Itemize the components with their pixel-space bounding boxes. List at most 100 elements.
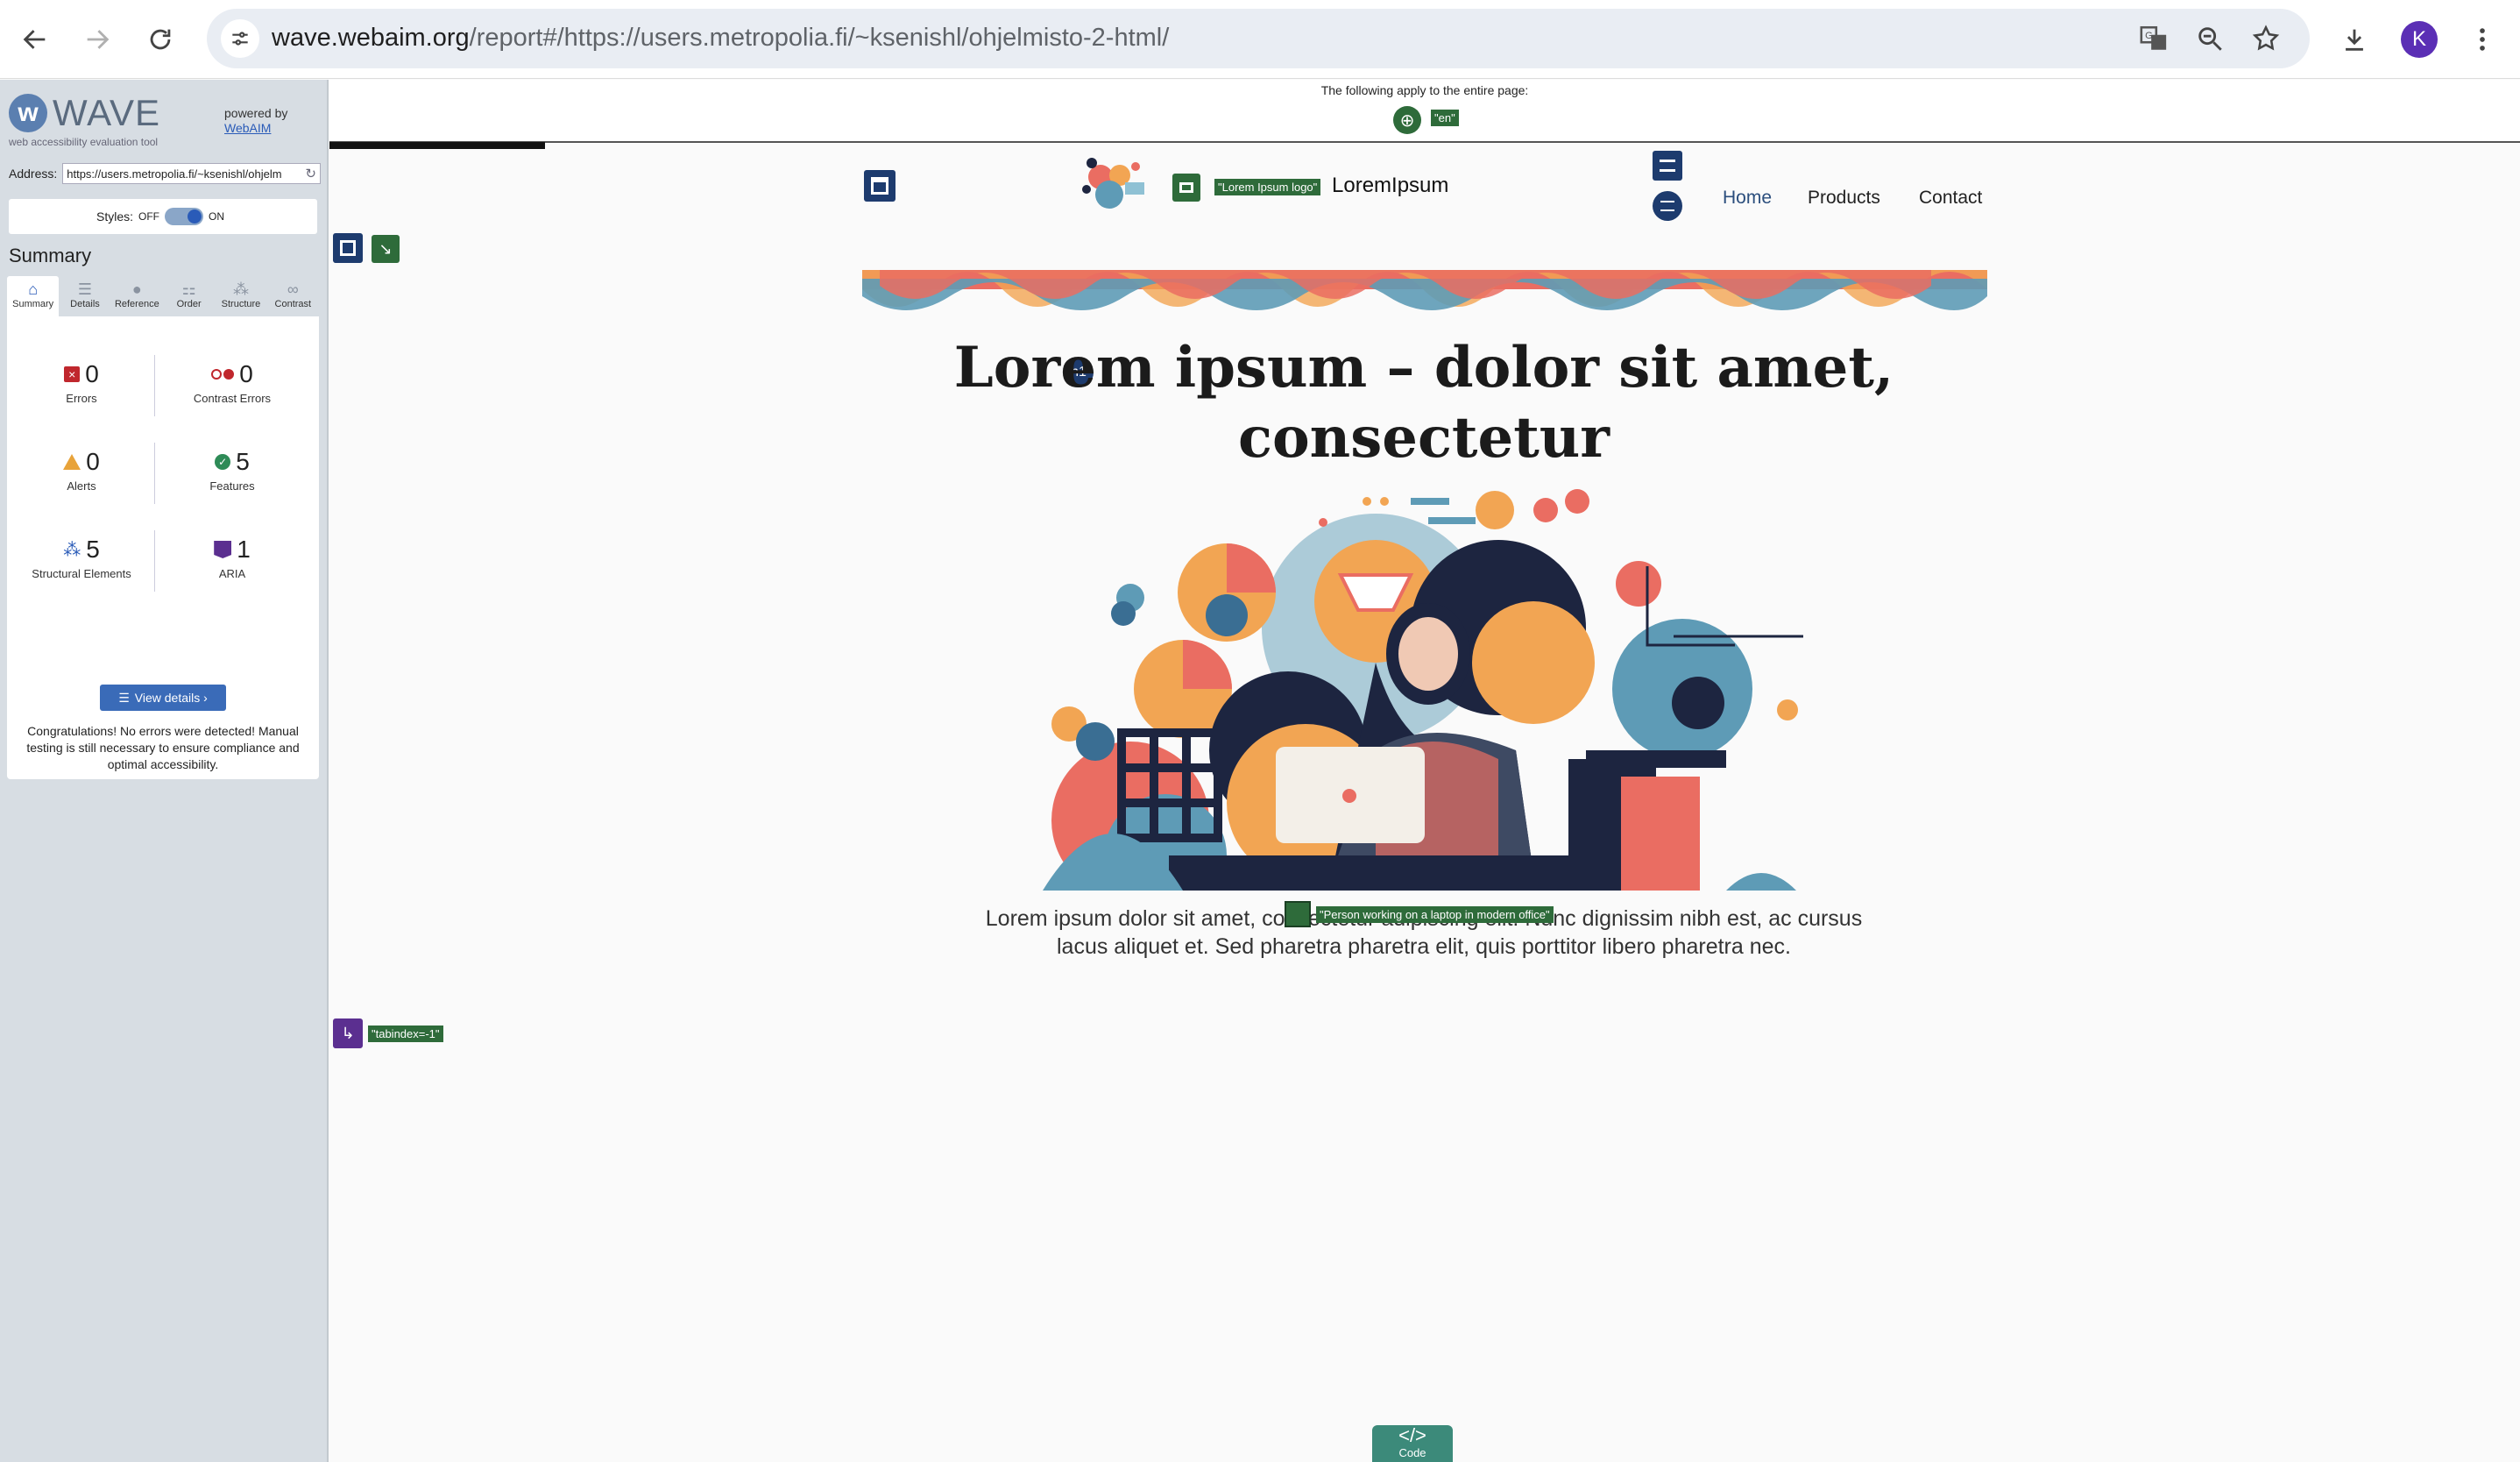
- navigation-region-icon[interactable]: [1653, 151, 1682, 181]
- divider: [154, 530, 155, 592]
- structure-tree-icon: ⁂: [63, 540, 81, 560]
- tabindex-aria-icon[interactable]: ↳: [333, 1018, 363, 1048]
- site-info-button[interactable]: [221, 19, 259, 58]
- powered-by-text: powered by: [224, 106, 288, 120]
- styles-toggle[interactable]: [165, 208, 203, 225]
- nav-home-link[interactable]: Home: [1723, 188, 1772, 209]
- structure-icon: ⁂: [232, 280, 249, 298]
- view-details-label: View details ›: [134, 691, 208, 705]
- back-arrow-icon: [23, 30, 46, 49]
- brand-name[interactable]: LoremIpsum: [1332, 174, 1448, 198]
- divider: [154, 443, 155, 504]
- structural-stat[interactable]: ⁂ 5 Structural Elements: [7, 536, 156, 580]
- view-details-button[interactable]: ☰ View details ›: [100, 685, 226, 711]
- url-domain: wave.webaim.org: [272, 24, 470, 52]
- downloads-button[interactable]: [2334, 19, 2375, 60]
- webaim-link[interactable]: WebAIM: [224, 121, 287, 136]
- forward-button[interactable]: [75, 18, 119, 61]
- code-icon: </>: [1398, 1424, 1426, 1446]
- errors-stat[interactable]: × 0 Errors: [7, 360, 156, 405]
- back-button[interactable]: [13, 18, 57, 61]
- url-path: /report#/https://users.metropolia.fi/~ks…: [469, 24, 1170, 52]
- tab-label: Reference: [114, 299, 159, 309]
- aria-label: ARIA: [218, 567, 246, 580]
- profile-avatar[interactable]: K: [2401, 21, 2438, 58]
- tab-label: Summary: [12, 299, 54, 309]
- translate-icon: G: [2140, 25, 2167, 50]
- tab-label: Details: [70, 299, 100, 309]
- info-icon: ●: [131, 280, 142, 298]
- tab-contrast[interactable]: ∞ Contrast: [267, 276, 319, 316]
- aria-count: 1: [237, 536, 251, 563]
- zoom-button[interactable]: [2192, 21, 2227, 56]
- site-logo-image[interactable]: [1074, 151, 1155, 217]
- alerts-label: Alerts: [67, 479, 96, 493]
- nav-products-link[interactable]: Products: [1808, 188, 1880, 209]
- list-icon: ☰: [118, 690, 130, 705]
- tabindex-tag: "tabindex=-1": [368, 1026, 443, 1042]
- image-alt-icon[interactable]: [1285, 901, 1311, 927]
- unordered-list-icon[interactable]: [1653, 191, 1682, 221]
- wave-tabs: ⌂ Summary ☰ Details ● Reference ⚏ Order ⁂ Str…: [7, 276, 319, 316]
- forward-arrow-icon: [87, 30, 110, 49]
- reload-icon: [150, 29, 171, 50]
- menu-button[interactable]: [2462, 19, 2502, 60]
- wave-logo-text: WAVE: [53, 92, 161, 133]
- tab-structure[interactable]: ⁂ Structure: [215, 276, 266, 316]
- image-glyph: [1179, 182, 1193, 193]
- hero-heading: Lorem ipsum – dolor sit amet, consectetu…: [953, 335, 1894, 471]
- refresh-icon[interactable]: ↻: [305, 166, 316, 181]
- browser-toolbar: wave.webaim.org/report#/https://users.me…: [0, 0, 2520, 79]
- features-stat[interactable]: ✓ 5 Features: [158, 448, 307, 493]
- translate-button[interactable]: G: [2136, 21, 2171, 56]
- main-region-icon[interactable]: [333, 233, 363, 263]
- features-count: 5: [236, 448, 250, 475]
- tab-order[interactable]: ⚏ Order: [163, 276, 215, 316]
- image-alt-tag: "Person working on a laptop in modern of…: [1316, 906, 1554, 923]
- wave-logo-icon: w: [9, 94, 47, 132]
- code-panel-tab[interactable]: </> Code: [1372, 1425, 1453, 1462]
- alerts-stat[interactable]: 0 Alerts: [7, 448, 156, 493]
- list-icon: ☰: [77, 280, 93, 298]
- header-region-icon[interactable]: [864, 170, 895, 202]
- bookmark-button[interactable]: [2248, 21, 2283, 56]
- tab-summary[interactable]: ⌂ Summary: [7, 276, 60, 316]
- tab-label: Structure: [221, 299, 261, 309]
- home-icon: ⌂: [28, 280, 39, 298]
- styles-toggle-row: Styles: OFF ON: [9, 199, 317, 234]
- star-icon: [2252, 25, 2280, 51]
- region-glyph: [340, 240, 356, 256]
- aria-stat[interactable]: 1 ARIA: [158, 536, 307, 580]
- address-input[interactable]: https://users.metropolia.fi/~ksenishl/oh…: [62, 163, 321, 184]
- aria-shield-icon: [214, 541, 232, 558]
- powered-by: powered by WebAIM: [224, 106, 287, 136]
- divider: [154, 355, 155, 416]
- tab-details[interactable]: ☰ Details: [59, 276, 110, 316]
- contrast-error-icon: [211, 369, 235, 380]
- kebab-menu-icon: [2480, 28, 2485, 51]
- arrow-glyph: ↘: [379, 239, 393, 258]
- reload-button[interactable]: [138, 18, 182, 61]
- structural-count: 5: [86, 536, 100, 563]
- summary-heading: Summary: [9, 245, 92, 266]
- contrast-icon: ∞: [287, 280, 299, 298]
- error-icon: ×: [64, 366, 81, 382]
- alt-text-icon[interactable]: [1172, 174, 1200, 202]
- wave-logo[interactable]: w WAVE: [9, 92, 160, 134]
- contrast-errors-count: 0: [239, 360, 253, 387]
- features-label: Features: [209, 479, 255, 493]
- page-level-text: The following apply to the entire page:: [1320, 83, 1529, 97]
- tab-reference[interactable]: ● Reference: [111, 276, 163, 316]
- contrast-errors-label: Contrast Errors: [193, 392, 272, 405]
- nav-contact-link[interactable]: Contact: [1919, 188, 1982, 209]
- nav-glyph: [1660, 160, 1675, 172]
- list-glyph: [1660, 201, 1674, 211]
- tune-icon: [232, 32, 248, 46]
- contrast-errors-stat[interactable]: 0 Contrast Errors: [158, 360, 307, 405]
- code-label: Code: [1398, 1446, 1426, 1459]
- language-globe-icon[interactable]: ⊕: [1393, 106, 1421, 134]
- url-text: wave.webaim.org/report#/https://users.me…: [272, 24, 1169, 53]
- skip-link-icon[interactable]: ↘: [372, 235, 400, 263]
- svg-text:G: G: [2145, 31, 2153, 41]
- address-bar[interactable]: wave.webaim.org/report#/https://users.me…: [207, 9, 2310, 68]
